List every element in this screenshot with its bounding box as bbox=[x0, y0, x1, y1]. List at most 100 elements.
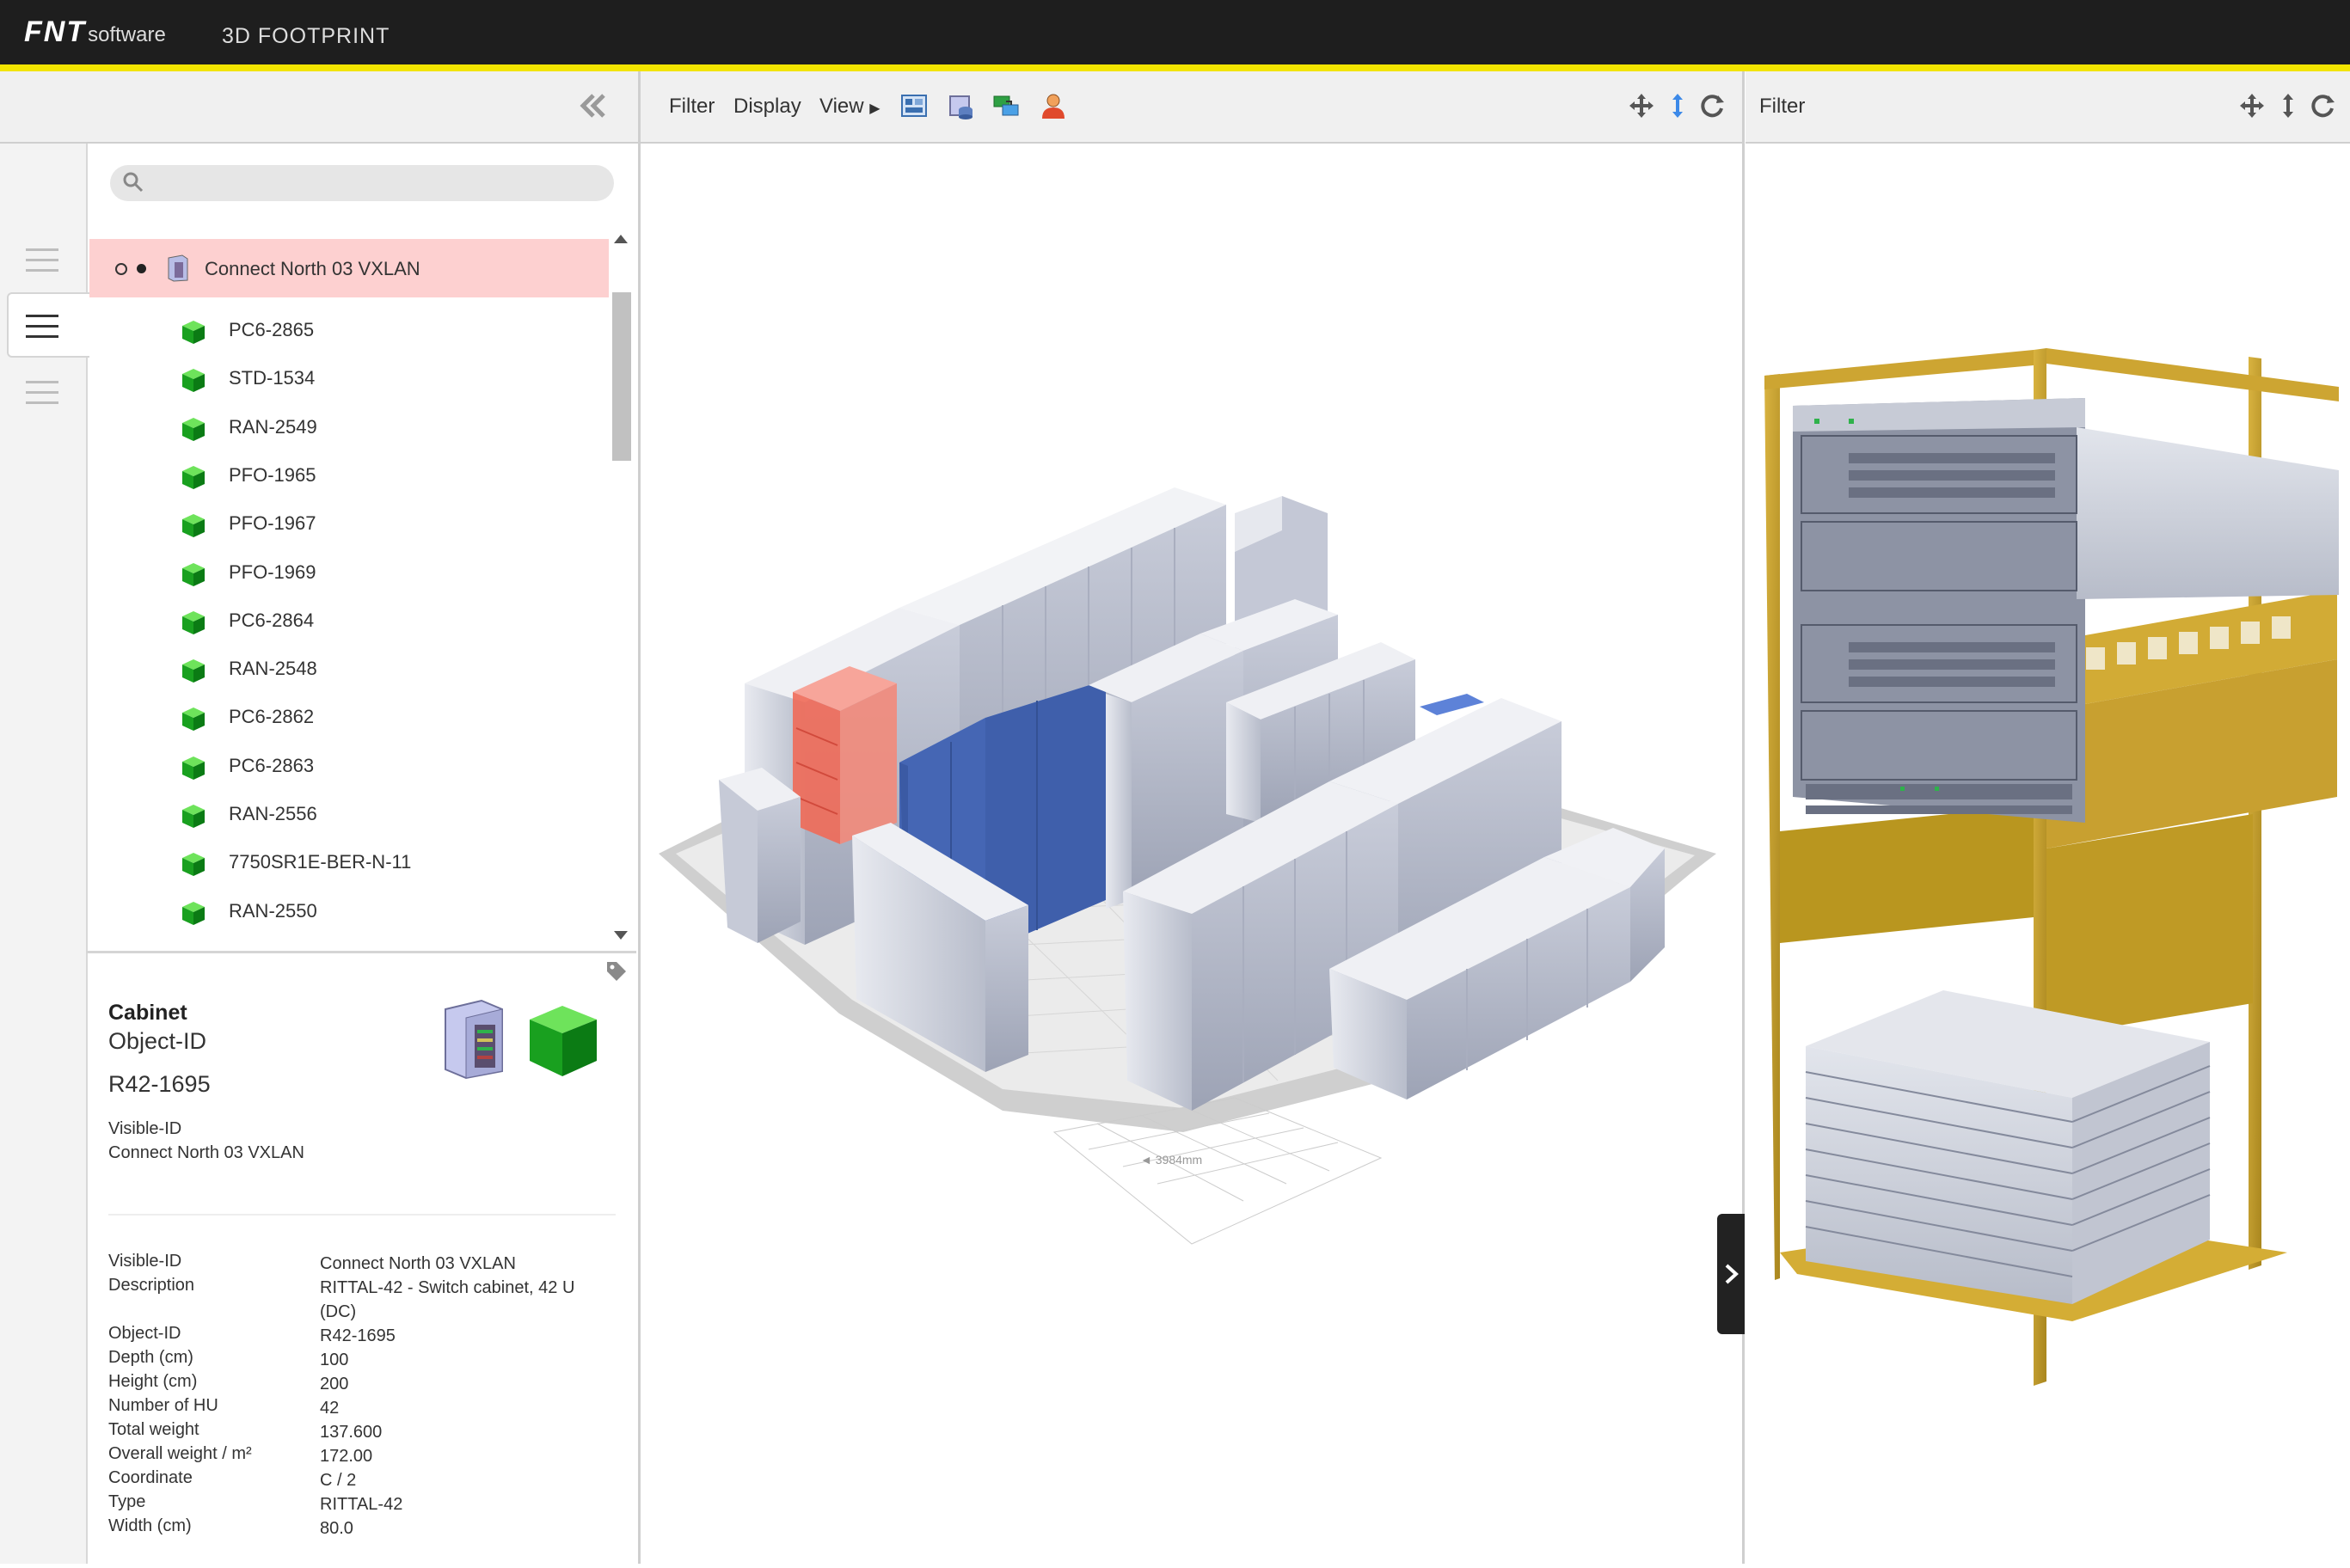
search-input[interactable] bbox=[110, 165, 614, 201]
scroll-down-icon[interactable] bbox=[614, 931, 628, 940]
left-panel-header bbox=[0, 71, 638, 144]
tree-item[interactable]: STD-1535 bbox=[89, 936, 609, 949]
tree-item-label: RAN-2548 bbox=[229, 658, 317, 680]
refresh-icon[interactable] bbox=[1697, 91, 1727, 120]
property-key: Total weight bbox=[108, 1420, 199, 1439]
green-cube-icon bbox=[182, 756, 205, 780]
database-icon[interactable] bbox=[946, 91, 975, 120]
tree-scroll-thumb[interactable] bbox=[612, 292, 631, 461]
selected-cabinet-highlight[interactable] bbox=[793, 666, 897, 844]
main-toolbar bbox=[641, 71, 1743, 144]
green-cube-icon bbox=[182, 417, 205, 441]
tree-item[interactable]: RAN-2548 bbox=[89, 646, 609, 694]
green-cube-icon bbox=[182, 707, 205, 732]
user-icon[interactable] bbox=[1039, 91, 1068, 120]
expand-toggle-icon[interactable] bbox=[115, 263, 127, 275]
divider-left bbox=[638, 71, 641, 1564]
green-cube-icon bbox=[182, 853, 205, 877]
search-icon bbox=[123, 172, 144, 193]
green-cube-icon bbox=[181, 948, 206, 949]
property-key: Description bbox=[108, 1276, 195, 1295]
green-cube-icon bbox=[182, 901, 205, 925]
tree-item[interactable]: PFO-1969 bbox=[89, 549, 609, 597]
tree-item[interactable]: PC6-2865 bbox=[89, 307, 609, 355]
floor-plan-icon[interactable] bbox=[899, 91, 929, 120]
tree-item[interactable]: PC6-2863 bbox=[89, 743, 609, 791]
property-value: RITTAL-42 - Switch cabinet, 42 U (DC) bbox=[320, 1278, 575, 1321]
accent-bar bbox=[0, 64, 2350, 71]
status-dot-icon bbox=[137, 264, 146, 273]
tree-item[interactable]: STD-1534 bbox=[89, 355, 609, 403]
detail-id-label: Object-ID bbox=[108, 1028, 207, 1054]
property-value: R42-1695 bbox=[320, 1326, 396, 1345]
chevron-right-icon bbox=[1725, 1264, 1739, 1284]
property-key: Height (cm) bbox=[108, 1372, 198, 1391]
vertical-arrows-icon[interactable] bbox=[2273, 91, 2303, 120]
detail-divider bbox=[108, 1214, 616, 1216]
object-tree: Connect North 03 VXLAN PC6-2865 STD-1534 R… bbox=[89, 225, 609, 949]
tree-item[interactable]: RAN-2549 bbox=[89, 404, 609, 452]
property-value: Connect North 03 VXLAN bbox=[320, 1254, 516, 1273]
divider-right bbox=[1742, 71, 1745, 1564]
hamburger-icon[interactable] bbox=[26, 248, 58, 279]
datacenter-floor-render: ◄ 3984mm bbox=[659, 487, 1716, 1245]
tree-item-label: PC6-2863 bbox=[229, 754, 315, 776]
green-cube-icon bbox=[182, 369, 205, 393]
property-key: Overall weight / m² bbox=[108, 1444, 252, 1463]
tree-item[interactable]: PFO-1967 bbox=[89, 500, 609, 548]
tree-item-selected[interactable]: Connect North 03 VXLAN bbox=[89, 239, 609, 297]
detail-visible-label: Visible-ID bbox=[108, 1119, 182, 1138]
property-key: Object-ID bbox=[108, 1324, 181, 1343]
move-arrows-icon[interactable] bbox=[2237, 91, 2267, 120]
tag-icon[interactable] bbox=[605, 960, 628, 983]
tree-item-label: STD-1534 bbox=[229, 367, 316, 389]
tree-item[interactable]: PC6-2862 bbox=[89, 694, 609, 742]
rack-detail-render bbox=[1438, 348, 2339, 1386]
tree-item-label: PFO-1969 bbox=[229, 560, 316, 583]
green-cube-icon bbox=[182, 321, 205, 344]
rack-3d-viewport[interactable] bbox=[1438, 144, 2350, 1564]
tree-item[interactable]: PFO-1965 bbox=[89, 452, 609, 500]
detail-id-value: R42-1695 bbox=[108, 1071, 211, 1097]
hamburger-icon[interactable] bbox=[26, 381, 58, 412]
tree-item[interactable]: 7750SR1E-BER-N-11 bbox=[89, 839, 609, 887]
panel-toggle-button[interactable] bbox=[1717, 1214, 1745, 1334]
hamburger-icon[interactable] bbox=[26, 315, 58, 346]
scroll-up-icon[interactable] bbox=[614, 235, 628, 243]
tree-item-label: PC6-2862 bbox=[229, 706, 315, 728]
view-menu-label: View bbox=[819, 95, 864, 118]
dimension-label: ◄ 3984mm bbox=[1140, 1153, 1202, 1167]
detail-visible-value: Connect North 03 VXLAN bbox=[108, 1143, 304, 1162]
double-chevron-left-icon[interactable] bbox=[578, 90, 609, 121]
property-value: C / 2 bbox=[320, 1471, 357, 1490]
property-value: 200 bbox=[320, 1375, 349, 1393]
floor-3d-viewport[interactable]: ◄ 3984mm bbox=[641, 144, 1742, 1564]
tree-item[interactable]: PC6-2864 bbox=[89, 597, 609, 646]
panel-separator bbox=[86, 951, 636, 953]
property-value: 100 bbox=[320, 1351, 349, 1369]
green-cube-icon bbox=[182, 562, 205, 586]
tree-item-label: RAN-2556 bbox=[229, 803, 317, 824]
property-key: Depth (cm) bbox=[108, 1348, 193, 1367]
green-cube-icon bbox=[182, 465, 205, 489]
tree-item[interactable]: RAN-2556 bbox=[89, 791, 609, 839]
vertical-arrows-icon[interactable] bbox=[1663, 91, 1692, 120]
rack-equipment-lower bbox=[1805, 990, 2211, 1304]
cabinet-icon bbox=[445, 999, 503, 1080]
network-link-icon[interactable] bbox=[992, 91, 1022, 120]
tree-item-label: PC6-2864 bbox=[229, 609, 315, 631]
app-title: 3D FOOTPRINT bbox=[222, 24, 390, 48]
move-arrows-icon[interactable] bbox=[1627, 91, 1656, 120]
tree-item[interactable]: RAN-2550 bbox=[89, 888, 609, 936]
tree-item-label: RAN-2550 bbox=[229, 899, 317, 922]
property-key: Visible-ID bbox=[108, 1252, 182, 1271]
green-cube-icon bbox=[182, 514, 205, 538]
filter-menu-right[interactable]: Filter bbox=[1759, 95, 1805, 119]
view-menu[interactable]: View ▶ bbox=[819, 95, 880, 119]
display-menu[interactable]: Display bbox=[733, 95, 801, 119]
property-value: 80.0 bbox=[320, 1519, 353, 1538]
filter-menu[interactable]: Filter bbox=[669, 95, 715, 119]
refresh-icon[interactable] bbox=[2308, 91, 2337, 120]
green-cube-icon bbox=[182, 805, 205, 828]
app-header: FNTsoftware 3D FOOTPRINT bbox=[0, 0, 2350, 71]
